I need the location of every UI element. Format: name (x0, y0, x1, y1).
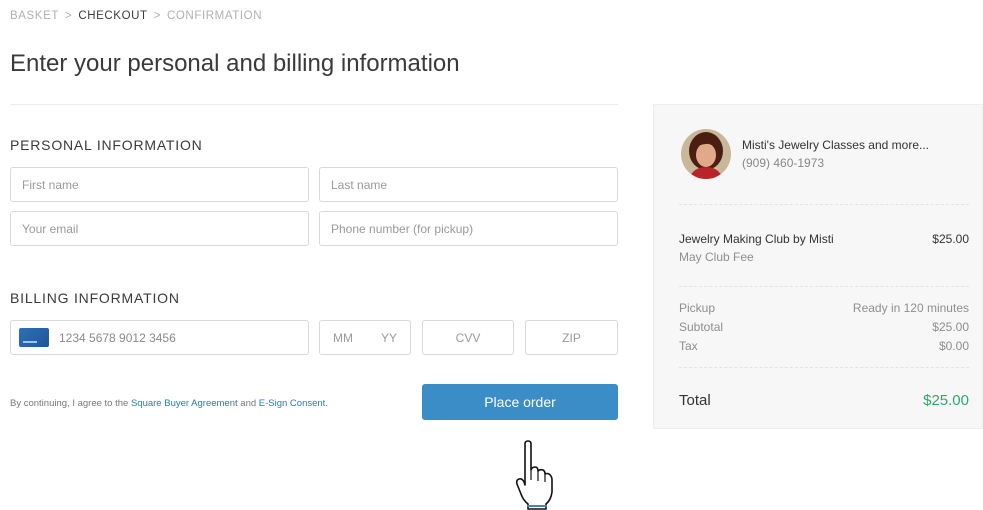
agreement-prefix: By continuing, I agree to the (10, 398, 131, 409)
expiry-field (319, 320, 412, 355)
agreement-text: By continuing, I agree to the Square Buy… (10, 398, 328, 409)
breadcrumb-confirmation: CONFIRMATION (166, 10, 263, 22)
billing-information-heading: BILLING INFORMATION (10, 290, 180, 306)
phone-input[interactable] (319, 211, 618, 246)
first-name-input[interactable] (10, 167, 309, 202)
email-input[interactable] (10, 211, 309, 246)
subtotal-value: $25.00 (932, 320, 969, 334)
place-order-button[interactable]: Place order (422, 384, 618, 420)
line-item: Jewelry Making Club by Misti $25.00 (679, 232, 969, 246)
summary-divider (679, 204, 969, 205)
zip-input[interactable] (525, 320, 618, 355)
subtotal-label: Subtotal (679, 320, 724, 334)
item-price: $25.00 (932, 232, 969, 246)
esign-consent-link[interactable]: E-Sign Consent (259, 398, 326, 409)
divider (10, 104, 618, 105)
breadcrumb-separator: > (64, 10, 73, 22)
total-label: Total (679, 392, 711, 409)
expiry-month-input[interactable] (320, 321, 366, 354)
summary-divider (679, 286, 969, 287)
order-summary-panel: Misti's Jewelry Classes and more... (909… (653, 104, 983, 429)
buyer-agreement-link[interactable]: Square Buyer Agreement (131, 398, 238, 409)
card-number-input[interactable] (59, 330, 299, 345)
merchant-avatar (681, 129, 731, 179)
item-name: Jewelry Making Club by Misti (679, 232, 834, 246)
last-name-input[interactable] (319, 167, 618, 202)
tax-label: Tax (679, 339, 698, 353)
cvv-input[interactable] (422, 320, 514, 355)
total-row: Total $25.00 (679, 392, 969, 409)
subtotal-row: Subtotal $25.00 (679, 320, 969, 334)
tax-row: Tax $0.00 (679, 339, 969, 353)
summary-divider (679, 367, 969, 368)
hand-pointer-cursor-icon (515, 440, 553, 510)
item-variant-row: May Club Fee (679, 250, 969, 264)
expiry-year-input[interactable] (366, 321, 412, 354)
total-value: $25.00 (923, 392, 969, 409)
item-variant: May Club Fee (679, 250, 754, 264)
agreement-suffix: . (325, 398, 328, 409)
merchant-name: Misti's Jewelry Classes and more... (742, 138, 930, 152)
breadcrumb: BASKET > CHECKOUT > CONFIRMATION (10, 10, 262, 22)
pickup-value: Ready in 120 minutes (852, 301, 969, 315)
pickup-label: Pickup (679, 301, 716, 315)
personal-information-heading: PERSONAL INFORMATION (10, 137, 203, 153)
credit-card-icon (19, 328, 49, 347)
breadcrumb-checkout: CHECKOUT (78, 10, 148, 22)
merchant-phone: (909) 460-1973 (742, 156, 825, 170)
pickup-row: Pickup Ready in 120 minutes (679, 301, 969, 315)
page-title: Enter your personal and billing informat… (10, 50, 460, 77)
breadcrumb-basket[interactable]: BASKET (10, 10, 59, 22)
card-number-field[interactable] (10, 320, 309, 355)
agreement-middle: and (237, 398, 259, 409)
tax-value: $0.00 (938, 339, 969, 353)
breadcrumb-separator: > (153, 10, 161, 22)
